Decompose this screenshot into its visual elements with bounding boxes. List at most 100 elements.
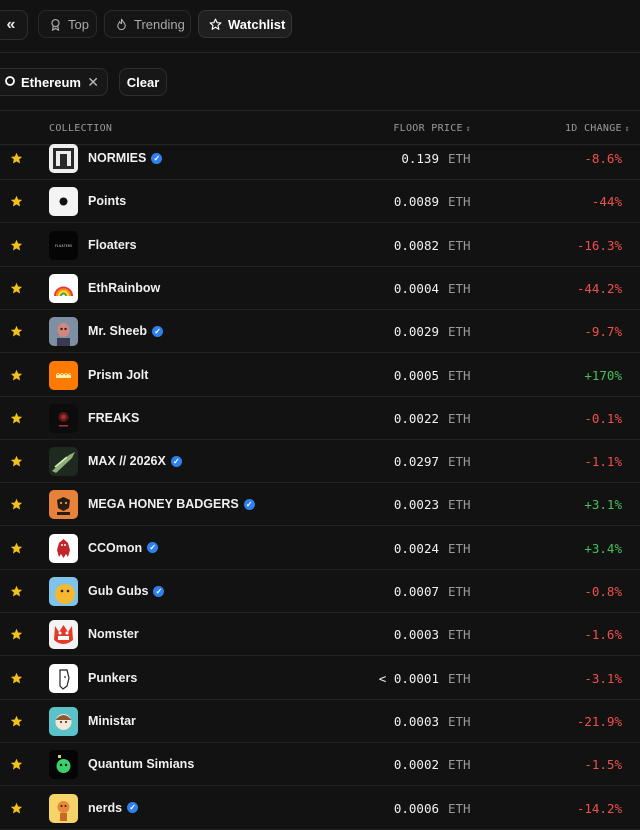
watchlist-star-icon[interactable]: [10, 369, 23, 382]
floor-price-header-label: FLOOR PRICE: [393, 123, 463, 134]
floor-price-value: 0.0005: [393, 367, 439, 383]
table-row[interactable]: Ministar 0.0003 ETH -21.9%: [0, 700, 640, 743]
table-row[interactable]: Gub Gubs ✓ 0.0007 ETH -0.8%: [0, 570, 640, 613]
watchlist-star-icon[interactable]: [10, 715, 23, 728]
collection-name[interactable]: MAX // 2026X ✓: [88, 454, 182, 468]
watchlist-star-icon[interactable]: [10, 455, 23, 468]
table-row[interactable]: Mr. Sheeb ✓ 0.0029 ETH -9.7%: [0, 310, 640, 354]
verified-badge-icon: ✓: [152, 325, 164, 337]
verified-badge-icon: ✓: [243, 498, 255, 510]
table-row[interactable]: nerds ✓ 0.0006 ETH -14.2%: [0, 787, 640, 830]
collection-thumbnail: [49, 620, 78, 650]
watchlist-star-icon[interactable]: [10, 239, 23, 252]
collection-name-text: Nomster: [88, 627, 139, 642]
watchlist-star-icon[interactable]: [10, 672, 23, 685]
change-value: -1.5%: [584, 757, 622, 773]
change-value: -16.3%: [576, 237, 622, 253]
watchlist-star-icon[interactable]: [10, 152, 23, 165]
collection-name[interactable]: NORMIES ✓: [88, 151, 163, 165]
collection-name[interactable]: Mr. Sheeb ✓: [88, 324, 164, 338]
clear-filters-button[interactable]: Clear: [119, 68, 167, 96]
collection-name[interactable]: FREAKS: [88, 411, 139, 425]
collection-name[interactable]: MEGA HONEY BADGERS ✓: [88, 497, 255, 511]
table-row[interactable]: Nomster 0.0003 ETH -1.6%: [0, 613, 640, 657]
collection-name-text: CCOmon: [88, 540, 143, 555]
watchlist-star-icon[interactable]: [10, 542, 23, 555]
floor-price-value: 0.0003: [393, 627, 439, 643]
table-row[interactable]: Points 0.0089 ETH -44%: [0, 180, 640, 224]
collapse-sidebar-button[interactable]: «: [0, 10, 28, 40]
close-icon[interactable]: ✕: [87, 74, 99, 91]
tab-trending-label: Trending: [134, 16, 185, 32]
floor-price-unit: ETH: [448, 367, 471, 383]
watchlist-star-icon[interactable]: [10, 802, 23, 815]
svg-text:FLOATERS: FLOATERS: [55, 244, 72, 248]
double-chevron-left-icon: «: [6, 16, 16, 33]
watchlist-star-icon[interactable]: [10, 758, 23, 771]
tab-top[interactable]: Top: [38, 10, 97, 38]
divider: [0, 52, 640, 53]
flame-icon: [115, 17, 128, 31]
collection-thumbnail: [49, 144, 78, 173]
table-row[interactable]: FREAKS 0.0022 ETH -0.1%: [0, 397, 640, 440]
watchlist-star-icon[interactable]: [10, 412, 23, 425]
collection-thumbnail: FLOATERS: [49, 230, 78, 260]
collection-thumbnail: [49, 490, 78, 520]
table-row[interactable]: MEGA HONEY BADGERS ✓ 0.0023 ETH +3.1%: [0, 483, 640, 527]
watchlist-star-icon[interactable]: [10, 628, 23, 641]
floor-price-value: 0.0297: [393, 454, 439, 470]
table-row[interactable]: EthRainbow 0.0004 ETH -44.2%: [0, 267, 640, 310]
table-row[interactable]: Quantum Simians 0.0002 ETH -1.5%: [0, 743, 640, 787]
change-value: -14.2%: [576, 800, 622, 816]
table-row[interactable]: FLOATERS Floaters 0.0082 ETH -16.3%: [0, 224, 640, 267]
watchlist-star-icon[interactable]: [10, 195, 23, 208]
verified-badge-icon: ✓: [127, 802, 139, 813]
collection-name[interactable]: Nomster: [88, 627, 139, 641]
table-row[interactable]: Punkers < 0.0001 ETH -3.1%: [0, 657, 640, 700]
table-row[interactable]: Prism Jolt 0.0005 ETH +170%: [0, 354, 640, 397]
table-row[interactable]: MAX // 2026X ✓ 0.0297 ETH -1.1%: [0, 440, 640, 484]
verified-badge-icon: ✓: [153, 585, 165, 597]
collection-name[interactable]: Gub Gubs ✓: [88, 584, 165, 598]
table-row[interactable]: CCOmon ✓ 0.0024 ETH +3.4%: [0, 527, 640, 570]
floor-price-unit: ETH: [448, 454, 471, 470]
collection-thumbnail: [49, 533, 78, 563]
collection-name[interactable]: Punkers: [88, 671, 137, 685]
floor-price-value: 0.0089: [393, 194, 439, 210]
collection-name[interactable]: EthRainbow: [88, 281, 160, 295]
change-value: -1.1%: [584, 454, 622, 470]
tab-watchlist[interactable]: Watchlist: [198, 10, 292, 38]
collection-name-text: Ministar: [88, 713, 136, 728]
tab-trending[interactable]: Trending: [104, 10, 191, 38]
watchlist-star-icon[interactable]: [10, 498, 23, 511]
collection-name[interactable]: Quantum Simians: [88, 757, 194, 771]
watchlist-star-icon[interactable]: [10, 585, 23, 598]
change-value: -8.6%: [584, 151, 622, 166]
watchlist-star-icon[interactable]: [10, 282, 23, 295]
collection-name-text: FREAKS: [88, 410, 140, 425]
collection-name[interactable]: CCOmon ✓: [88, 540, 159, 555]
floor-price-unit: ETH: [448, 194, 471, 210]
column-header-floor-price[interactable]: FLOOR PRICE ⇕: [393, 123, 471, 134]
filter-chip-label: Ethereum: [21, 74, 81, 90]
column-header-collection: COLLECTION: [49, 123, 113, 134]
collection-thumbnail: [49, 793, 78, 823]
table-row[interactable]: NORMIES ✓ 0.139 ETH -8.6%: [0, 137, 640, 180]
floor-price-value: 0.0022: [393, 410, 439, 426]
column-header-1d-change[interactable]: 1D CHANGE ⇕: [565, 123, 630, 134]
collection-name[interactable]: Points: [88, 194, 126, 208]
watchlist-star-icon[interactable]: [10, 325, 23, 338]
collection-name-text: MEGA HONEY BADGERS: [88, 497, 239, 512]
change-value: -3.1%: [584, 670, 622, 686]
filter-chip-ethereum[interactable]: Ethereum ✕: [0, 68, 108, 96]
collection-name[interactable]: nerds ✓: [88, 801, 139, 815]
collection-name-text: Gub Gubs: [88, 584, 149, 598]
collection-thumbnail: [49, 750, 78, 780]
star-icon: [209, 17, 222, 31]
collection-name[interactable]: Ministar: [88, 714, 136, 728]
collection-name-text: Floaters: [88, 237, 137, 252]
collection-name-text: Quantum Simians: [88, 757, 195, 772]
collection-name[interactable]: Prism Jolt: [88, 368, 148, 382]
tab-watchlist-label: Watchlist: [228, 16, 286, 32]
collection-name[interactable]: Floaters: [88, 238, 137, 252]
